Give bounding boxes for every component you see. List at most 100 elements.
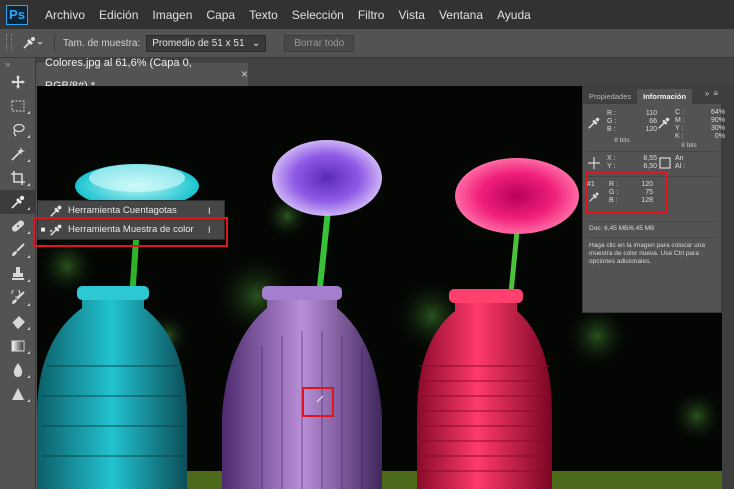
marquee-tool[interactable] [0, 94, 36, 118]
panel-divider [587, 237, 717, 238]
rgb-r-value: 110 [645, 110, 657, 117]
menu-ventana[interactable]: Ventana [432, 8, 490, 22]
tab-information[interactable]: Información [637, 89, 693, 104]
color-sampler-icon [23, 37, 43, 49]
menu-bar: Ps Archivo Edición Imagen Capa Texto Sel… [0, 0, 734, 29]
flyout-item-color-sampler[interactable]: ■ Herramienta Muestra de color I [38, 220, 224, 239]
clone-stamp-tool[interactable] [0, 262, 36, 286]
bits-right: 8 bits [681, 142, 697, 149]
gradient-tool[interactable] [0, 334, 36, 358]
sample-size-value: Promedio de 51 x 51 [152, 37, 245, 49]
submenu-corner [27, 207, 30, 210]
submenu-corner [27, 159, 30, 162]
x-value: 8,55 [643, 155, 657, 162]
blur-tool[interactable] [0, 358, 36, 382]
brush-icon [12, 243, 25, 256]
info-panel: Propiedades Información » ≡ R :110 G :66… [582, 86, 725, 313]
panel-menu-icons[interactable]: » ≡ [705, 89, 718, 98]
options-grip[interactable] [6, 34, 12, 52]
sampler-number: #1 [587, 181, 595, 188]
history-brush-tool[interactable] [0, 286, 36, 310]
cmyk-c-value: 64% [710, 109, 725, 116]
bits-left: 8 bits [614, 137, 630, 144]
submenu-corner [27, 231, 30, 234]
spot-healing-tool[interactable] [0, 214, 36, 238]
flyout-item-shortcut: I [208, 224, 211, 235]
sample-size-select[interactable]: Promedio de 51 x 51 ⌄ [146, 34, 267, 52]
panel-menu-icon[interactable]: ≡ [713, 89, 718, 98]
toolbar-collapse-button[interactable]: » [0, 58, 35, 70]
flyout-item-label: Herramienta Cuentagotas [68, 205, 177, 216]
y-value: 6,50 [643, 163, 657, 170]
dodge-tool[interactable] [0, 382, 36, 406]
menu-capa[interactable]: Capa [199, 8, 242, 22]
eyedropper-icon [658, 117, 670, 129]
photoshop-logo: Ps [6, 4, 28, 25]
tab-properties[interactable]: Propiedades [583, 89, 637, 104]
options-separator [54, 34, 55, 52]
panel-tab-bar: Propiedades Información » ≡ [583, 87, 721, 104]
menu-seleccion[interactable]: Selección [285, 8, 351, 22]
selection-size-icon [659, 157, 671, 169]
submenu-corner [27, 327, 30, 330]
clone-stamp-icon [12, 267, 24, 280]
document-tab-bar: Colores.jpg al 61,6% (Capa 0, RGB/8#) * … [36, 57, 734, 92]
flyout-item-shortcut: I [208, 205, 211, 216]
menu-edicion[interactable]: Edición [92, 8, 145, 22]
close-icon[interactable]: × [241, 63, 248, 86]
clear-all-button[interactable]: Borrar todo [284, 34, 355, 52]
panel-help-text: Haga clic en la imagen para colocar una … [589, 242, 705, 265]
sampler-r-value: 120 [641, 181, 653, 188]
height-value [687, 163, 725, 171]
brush-tool[interactable] [0, 238, 36, 262]
eyedropper-tool[interactable] [0, 190, 36, 214]
tools-panel: » [0, 58, 36, 489]
sample-size-label: Tam. de muestra: [63, 37, 141, 49]
submenu-corner [27, 303, 30, 306]
submenu-corner [27, 399, 30, 402]
submenu-corner [27, 255, 30, 258]
move-icon [11, 75, 25, 89]
panel-dock-strip [722, 86, 734, 489]
submenu-corner [27, 351, 30, 354]
menu-ayuda[interactable]: Ayuda [490, 8, 538, 22]
collapse-panel-icon[interactable]: » [705, 89, 709, 98]
menu-archivo[interactable]: Archivo [38, 8, 92, 22]
rgb-b-value: 120 [645, 126, 657, 133]
move-tool[interactable] [0, 70, 36, 94]
submenu-corner [27, 375, 30, 378]
menu-texto[interactable]: Texto [242, 8, 285, 22]
menu-imagen[interactable]: Imagen [145, 8, 199, 22]
magic-wand-tool[interactable] [0, 142, 36, 166]
eraser-tool[interactable] [0, 310, 36, 334]
dodge-icon [12, 388, 24, 400]
panel-divider [587, 176, 717, 177]
menu-filtro[interactable]: Filtro [351, 8, 392, 22]
document-tab[interactable]: Colores.jpg al 61,6% (Capa 0, RGB/8#) * … [36, 57, 248, 92]
sampler-g-value: 75 [645, 189, 653, 196]
width-value [687, 155, 725, 163]
crop-tool[interactable] [0, 166, 36, 190]
flyout-item-eyedropper[interactable]: Herramienta Cuentagotas I [38, 201, 224, 220]
menu-vista[interactable]: Vista [391, 8, 431, 22]
submenu-corner [27, 183, 30, 186]
gradient-icon [11, 340, 25, 352]
cmyk-k-value: 0% [714, 133, 725, 140]
flyout-item-label: Herramienta Muestra de color [68, 224, 194, 235]
blur-icon [13, 363, 23, 377]
tool-preset-picker[interactable] [18, 33, 46, 53]
submenu-corner [27, 279, 30, 282]
cmyk-y-value: 30% [710, 125, 725, 132]
crosshair-icon [588, 157, 600, 169]
chevron-down-icon: ⌄ [251, 37, 261, 49]
magic-wand-icon [11, 147, 25, 161]
submenu-corner [27, 135, 30, 138]
flyout-bullet: ■ [40, 225, 46, 234]
submenu-corner [27, 111, 30, 114]
sampler-b-value: 128 [641, 197, 653, 204]
lasso-tool[interactable] [0, 118, 36, 142]
eyedropper-icon [48, 204, 64, 218]
panel-divider [587, 221, 717, 222]
panel-divider [587, 151, 717, 152]
spot-healing-icon [11, 220, 25, 232]
